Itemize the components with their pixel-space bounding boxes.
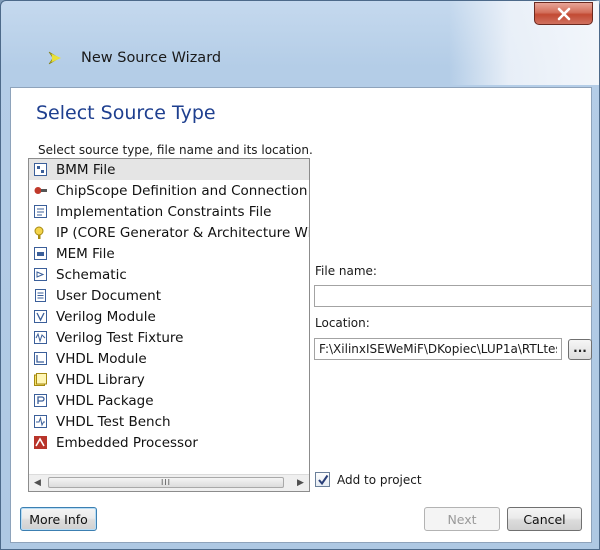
source-type-label: VHDL Library xyxy=(56,371,145,388)
source-type-label: User Document xyxy=(56,287,162,304)
source-type-label: IP (CORE Generator & Architecture Wi xyxy=(56,224,310,241)
wizard-content: Select Source Type Select source type, f… xyxy=(10,87,592,543)
source-type-item[interactable]: Implementation Constraints File xyxy=(29,201,309,222)
vhdl-package-icon xyxy=(34,394,47,407)
source-type-item[interactable]: VHDL Module xyxy=(29,348,309,369)
source-type-label: ChipScope Definition and Connection xyxy=(56,182,308,199)
checkmark-icon xyxy=(317,474,328,485)
mem-file-icon xyxy=(34,247,47,260)
file-name-label: File name: xyxy=(315,264,377,278)
vhdl-library-icon xyxy=(34,373,47,386)
close-icon xyxy=(557,7,570,20)
add-to-project-checkbox[interactable] xyxy=(315,472,330,487)
source-type-item[interactable]: VHDL Test Bench xyxy=(29,411,309,432)
source-type-item[interactable]: VHDL Library xyxy=(29,369,309,390)
source-type-label: VHDL Package xyxy=(56,392,154,409)
source-type-label: Verilog Test Fixture xyxy=(56,329,184,346)
source-type-item[interactable]: Schematic xyxy=(29,264,309,285)
scroll-left-arrow[interactable]: ◀ xyxy=(29,475,46,491)
source-type-label: MEM File xyxy=(56,245,115,262)
source-type-item[interactable]: Embedded Processor xyxy=(29,432,309,453)
source-type-item[interactable]: BMM File xyxy=(29,159,309,180)
bmm-file-icon xyxy=(34,163,47,176)
source-type-item[interactable]: Verilog Test Fixture xyxy=(29,327,309,348)
scroll-thumb[interactable]: III xyxy=(48,477,284,488)
scroll-thumb-grip: III xyxy=(160,478,172,487)
next-button[interactable]: Next xyxy=(424,507,500,531)
add-to-project-label: Add to project xyxy=(337,473,422,487)
title-bar: New Source Wizard xyxy=(47,45,221,71)
window-title: New Source Wizard xyxy=(81,50,222,66)
embedded-processor-icon xyxy=(34,436,47,449)
source-type-list[interactable]: BMM File ChipScope Definition and Connect… xyxy=(28,158,310,492)
cancel-button[interactable]: Cancel xyxy=(507,507,582,531)
constraints-file-icon xyxy=(34,205,47,218)
source-type-label: Schematic xyxy=(56,266,127,283)
instruction-text: Select source type, file name and its lo… xyxy=(38,143,313,157)
source-type-item[interactable]: Verilog Module xyxy=(29,306,309,327)
source-type-label: Embedded Processor xyxy=(56,434,198,451)
source-type-label: Implementation Constraints File xyxy=(56,203,272,220)
vhdl-testbench-icon xyxy=(34,415,47,428)
chipscope-icon xyxy=(34,187,47,194)
close-button[interactable] xyxy=(534,2,593,25)
source-type-items: BMM File ChipScope Definition and Connect… xyxy=(29,159,309,453)
document-icon xyxy=(35,289,46,302)
vhdl-module-icon xyxy=(34,352,47,365)
source-type-item[interactable]: IP (CORE Generator & Architecture Wi xyxy=(29,222,309,243)
verilog-module-icon xyxy=(34,310,47,323)
verilog-test-icon xyxy=(34,331,47,344)
browse-button[interactable]: ... xyxy=(568,339,592,360)
scroll-right-arrow[interactable]: ▶ xyxy=(292,475,309,491)
location-label: Location: xyxy=(315,316,370,330)
source-type-item[interactable]: ChipScope Definition and Connection xyxy=(29,180,309,201)
source-type-label: VHDL Test Bench xyxy=(56,413,171,430)
source-type-label: VHDL Module xyxy=(56,350,147,367)
source-type-label: Verilog Module xyxy=(56,308,156,325)
location-input[interactable] xyxy=(314,338,562,360)
source-type-item[interactable]: User Document xyxy=(29,285,309,306)
source-type-item[interactable]: MEM File xyxy=(29,243,309,264)
dialog-window: New Source Wizard Select Source Type Sel… xyxy=(0,0,600,550)
source-type-item[interactable]: VHDL Package xyxy=(29,390,309,411)
ip-core-icon xyxy=(34,226,44,239)
source-type-label: BMM File xyxy=(56,161,116,178)
more-info-button[interactable]: More Info xyxy=(20,507,97,531)
wizard-icon xyxy=(48,51,61,65)
schematic-icon xyxy=(34,268,47,281)
horizontal-scrollbar[interactable]: ◀ III ▶ xyxy=(29,474,309,491)
page-heading: Select Source Type xyxy=(36,102,216,124)
file-name-input[interactable] xyxy=(314,285,592,307)
